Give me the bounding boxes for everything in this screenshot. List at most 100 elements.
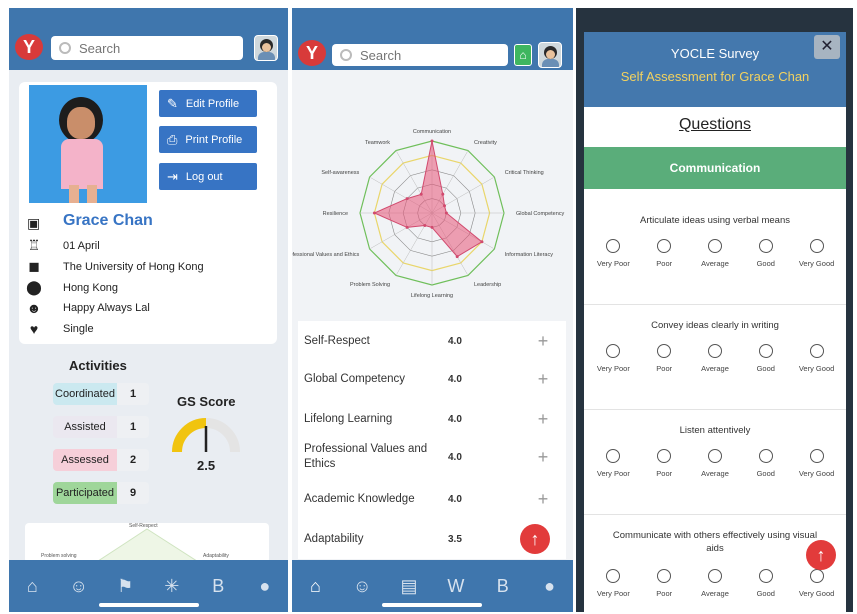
info-birthday: ♖ 01 April: [25, 237, 100, 254]
rating-group: Very Poor Poor Average Good Very Good: [584, 569, 846, 598]
question-block: Articulate ideas using verbal means Very…: [584, 204, 846, 268]
search-icon: [59, 42, 71, 54]
chat-icon[interactable]: ●: [535, 576, 565, 597]
activities-title: Activities: [69, 358, 127, 373]
radio-poor[interactable]: Poor: [640, 344, 688, 373]
activity-participated[interactable]: Participated 9: [53, 482, 149, 504]
activity-assessed[interactable]: Assessed 2: [53, 449, 149, 471]
section-communication: Communication: [584, 147, 846, 189]
survey-screen: YOCLE Survey Self Assessment for Grace C…: [576, 8, 853, 612]
radar-axis-label: Communication: [413, 129, 451, 135]
radio-very-good[interactable]: Very Good: [793, 449, 841, 478]
expand-plus-icon[interactable]: +: [528, 369, 558, 390]
rating-group: Very Poor Poor Average Good Very Good: [584, 239, 846, 268]
radar-point: [430, 139, 434, 143]
expand-plus-icon[interactable]: +: [528, 331, 558, 352]
question-text: Listen attentively: [679, 425, 751, 436]
skills-screen: Y ⌂ Communication Creativity Critical Thin…: [292, 8, 573, 612]
yocle-logo[interactable]: Y: [298, 40, 326, 66]
mini-label-right: Adaptability: [203, 553, 229, 559]
close-icon[interactable]: ✕: [814, 35, 840, 59]
expand-plus-icon[interactable]: +: [528, 447, 558, 468]
profile-card: ✎ Edit Profile ⎙ Print Profile ⇥ Log out ▣ …: [19, 82, 277, 344]
info-status: ☻ Happy Always Lal: [26, 300, 150, 316]
radar-axis-label: Problem Solving: [350, 282, 390, 288]
radar-point: [405, 225, 409, 229]
home-icon[interactable]: ⌂: [300, 576, 330, 597]
radio-poor[interactable]: Poor: [640, 569, 688, 598]
home-indicator: [99, 603, 199, 607]
info-relationship: ♥ Single: [25, 321, 94, 337]
activity-coordinated[interactable]: Coordinated 1: [53, 383, 149, 405]
radio-average[interactable]: Average: [691, 569, 739, 598]
top-bar: Y ⌂: [292, 8, 573, 70]
radar-axis-label: Professional Values and Ethics: [292, 252, 360, 258]
edit-icon: ✎: [167, 95, 178, 111]
radar-axis-label: Leadership: [474, 282, 501, 288]
wiki-icon[interactable]: W: [441, 576, 471, 597]
radio-very-poor[interactable]: Very Poor: [589, 569, 637, 598]
home-shortcut-icon[interactable]: ⌂: [514, 44, 532, 66]
question-block: Listen attentively Very Poor Poor Averag…: [584, 409, 846, 478]
info-school: ◼ The University of Hong Kong: [25, 258, 203, 275]
radio-very-poor[interactable]: Very Poor: [589, 344, 637, 373]
radio-good[interactable]: Good: [742, 344, 790, 373]
radio-good[interactable]: Good: [742, 239, 790, 268]
survey-modal: YOCLE Survey Self Assessment for Grace C…: [584, 32, 846, 612]
logout-button[interactable]: ⇥ Log out: [159, 163, 257, 190]
home-indicator: [382, 603, 482, 607]
expand-plus-icon[interactable]: +: [528, 409, 558, 430]
profile-screen: Y ✎Edit Profile ⎙Print Profile ⇥Log out …: [9, 8, 288, 612]
radio-average[interactable]: Average: [691, 239, 739, 268]
survey-header: YOCLE Survey Self Assessment for Grace C…: [584, 32, 846, 107]
radio-very-good[interactable]: Very Good: [793, 239, 841, 268]
radio-average[interactable]: Average: [691, 344, 739, 373]
radio-average[interactable]: Average: [691, 449, 739, 478]
home-icon[interactable]: ⌂: [17, 576, 47, 597]
radar-point: [480, 240, 484, 244]
radar-axis-label: Resilience: [323, 211, 348, 217]
survey-subtitle: Self Assessment for Grace Chan: [620, 69, 810, 84]
search-bar[interactable]: [332, 44, 508, 66]
people-icon[interactable]: ☺: [347, 576, 377, 597]
rating-group: Very Poor Poor Average Good Very Good: [584, 344, 846, 373]
avatar[interactable]: [538, 42, 562, 68]
gs-score-value: 2.5: [197, 458, 216, 473]
question-block: Convey ideas clearly in writing Very Poo…: [584, 304, 846, 373]
chat-icon[interactable]: ●: [250, 576, 280, 597]
radar-point: [455, 255, 459, 259]
question-text: Convey ideas clearly in writing: [651, 320, 779, 331]
blog-icon[interactable]: B: [488, 576, 518, 597]
radar-point: [419, 192, 423, 196]
radio-very-poor[interactable]: Very Poor: [589, 449, 637, 478]
radio-very-poor[interactable]: Very Poor: [589, 239, 637, 268]
profile-photo: [29, 85, 147, 203]
radar-point: [444, 211, 448, 215]
radio-good[interactable]: Good: [742, 569, 790, 598]
mini-label-left: Problem solving: [41, 553, 77, 559]
search-input[interactable]: [79, 40, 199, 56]
radio-poor[interactable]: Poor: [640, 239, 688, 268]
activity-assisted[interactable]: Assisted 1: [53, 416, 149, 438]
scroll-top-button[interactable]: ↑: [806, 540, 836, 570]
expand-plus-icon[interactable]: +: [528, 489, 558, 510]
print-profile-button[interactable]: ⎙ Print Profile: [159, 126, 257, 153]
edit-profile-button[interactable]: ✎ Edit Profile: [159, 90, 257, 117]
flag-icon[interactable]: ⚑: [110, 576, 140, 597]
radio-good[interactable]: Good: [742, 449, 790, 478]
search-bar[interactable]: [51, 36, 243, 60]
radio-poor[interactable]: Poor: [640, 449, 688, 478]
search-input[interactable]: [360, 47, 470, 63]
gs-score-gauge: [172, 418, 240, 453]
radio-very-good[interactable]: Very Good: [793, 344, 841, 373]
people-icon[interactable]: ☺: [64, 576, 94, 597]
scroll-top-button[interactable]: ↑: [520, 524, 550, 554]
avatar[interactable]: [254, 35, 278, 61]
yocle-logo[interactable]: Y: [15, 34, 43, 60]
blog-icon[interactable]: B: [203, 576, 233, 597]
network-icon[interactable]: ✳: [157, 576, 187, 597]
document-icon[interactable]: ▤: [394, 576, 424, 597]
radio-very-good[interactable]: Very Good: [793, 569, 841, 598]
list-item: Professional Values and Ethics 4.0 +: [298, 441, 566, 473]
top-bar: Y: [9, 8, 288, 70]
